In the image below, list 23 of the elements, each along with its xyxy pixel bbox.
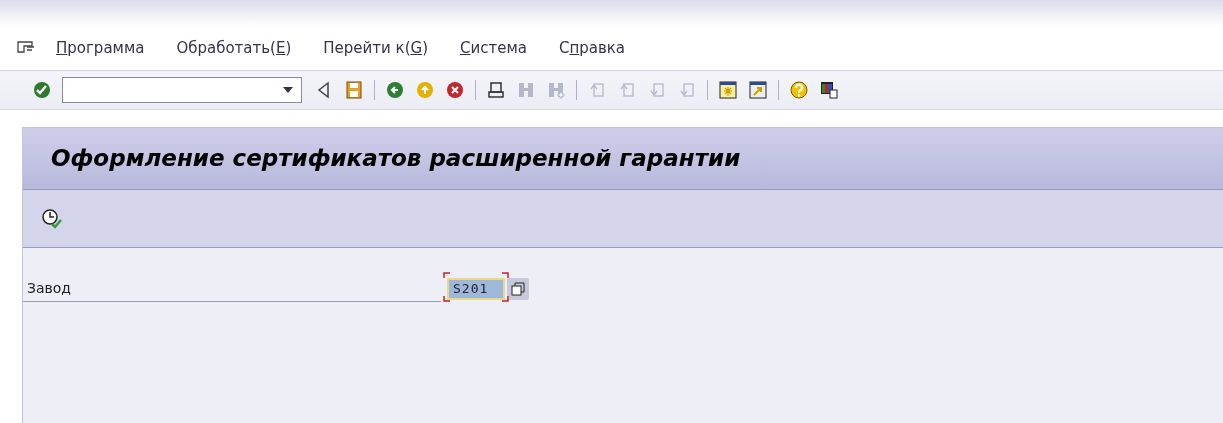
- cancel-icon[interactable]: [445, 80, 465, 100]
- value-help-button[interactable]: [507, 278, 529, 300]
- focus-frame: [443, 272, 509, 302]
- shortcut-icon[interactable]: [748, 80, 768, 100]
- help-icon[interactable]: [789, 80, 809, 100]
- arrow-left-icon[interactable]: [385, 80, 405, 100]
- dropdown-caret-icon[interactable]: [283, 87, 293, 93]
- plant-input-field[interactable]: S201: [447, 277, 505, 300]
- menu-item[interactable]: Обработать(E): [176, 36, 292, 60]
- checkmark-icon[interactable]: [32, 80, 52, 100]
- menu-item[interactable]: Программа: [56, 36, 145, 60]
- field-label: Завод: [27, 279, 72, 298]
- menu-icon[interactable]: [16, 40, 36, 56]
- menu-item[interactable]: Система: [460, 36, 527, 60]
- menu-item[interactable]: Перейти к(G): [323, 36, 428, 60]
- copy-icon: [511, 282, 525, 296]
- monitor-icon[interactable]: [819, 80, 839, 100]
- command-field[interactable]: [62, 77, 302, 103]
- new-window-icon[interactable]: [718, 80, 738, 100]
- print-icon[interactable]: [486, 80, 506, 100]
- screen-title: Оформление сертификатов расширенной гарантии: [51, 144, 741, 174]
- menu-item[interactable]: Справка: [558, 36, 626, 60]
- clock-check-icon[interactable]: [41, 207, 63, 230]
